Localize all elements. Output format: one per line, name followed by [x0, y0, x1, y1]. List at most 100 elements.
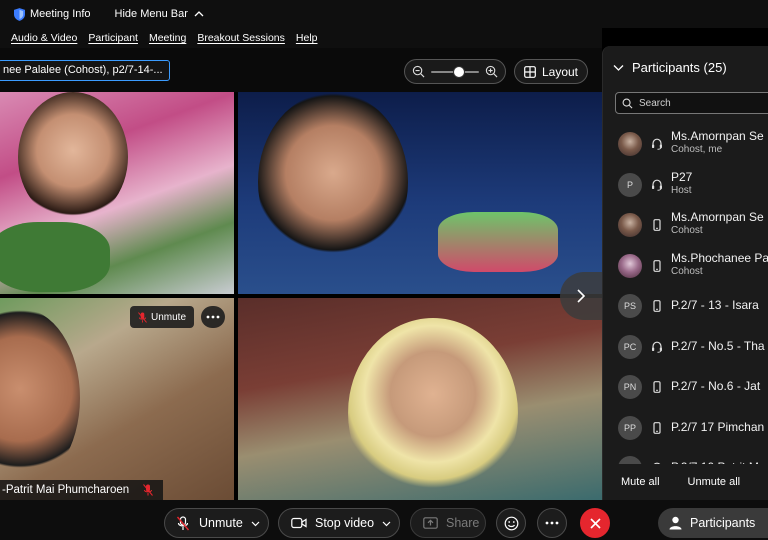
participant-name: Ms.Amornpan Se — [671, 210, 764, 224]
menu-meeting[interactable]: Meeting — [149, 32, 186, 44]
participant-row[interactable]: PN P.2/7 - No.6 - Jat — [603, 367, 768, 407]
more-horizontal-icon — [206, 315, 220, 319]
participant-text: P.2/7 - No.5 - Tha — [671, 339, 765, 353]
participant-name: Ms.Phochanee Pa — [671, 250, 768, 265]
phone-icon — [653, 219, 661, 231]
layout-button[interactable]: Layout — [514, 59, 588, 84]
mic-muted-icon — [176, 515, 190, 530]
chevron-down-icon — [613, 65, 624, 71]
participant-name: P.2/7 - 13 - Isara — [671, 298, 759, 312]
video-tile-boy-yellow[interactable] — [238, 298, 602, 500]
menu-participant[interactable]: Participant — [88, 32, 138, 44]
meeting-info-button[interactable]: Meeting Info — [14, 7, 91, 21]
headset-icon — [652, 138, 662, 150]
hide-menu-bar-label: Hide Menu Bar — [114, 8, 188, 20]
avatar: PP — [618, 415, 642, 440]
participants-panel: Participants (25) Ms.Amornpan SeCohost, … — [602, 46, 768, 500]
tile-nameplate: -Patrit Mai Phumcharoen — [0, 480, 164, 500]
avatar: PC — [618, 334, 642, 359]
zoom-out-icon[interactable] — [412, 65, 425, 78]
video-tile-boy-car[interactable]: Unmute -Patrit Mai Phumcharoen — [0, 298, 234, 500]
person-icon — [669, 516, 682, 530]
participant-text: Ms.Phochanee Pa Cohost — [671, 251, 768, 277]
more-options-button[interactable] — [537, 508, 567, 538]
top-info-bar: Meeting Info Hide Menu Bar — [0, 0, 768, 28]
zoom-slider-thumb[interactable] — [452, 65, 465, 78]
zoom-slider[interactable] — [431, 65, 479, 78]
phone-icon — [653, 381, 661, 393]
active-speaker-chip[interactable]: nee Palalee (Cohost), p2/7-14-... — [0, 60, 170, 81]
share-screen-icon — [423, 517, 438, 529]
avatar — [618, 213, 642, 237]
tile-unmute-label: Unmute — [150, 311, 186, 323]
participant-row[interactable]: Ms.Amornpan Se Cohost, me — [603, 124, 768, 164]
participant-text: P.2/7 - No.6 - Jat — [671, 379, 760, 393]
participant-video — [258, 92, 408, 272]
chevron-down-icon[interactable] — [251, 519, 260, 528]
mute-all-button[interactable]: Mute all — [621, 476, 660, 488]
unmute-all-button[interactable]: Unmute all — [688, 476, 741, 488]
participants-search[interactable] — [615, 92, 768, 114]
mic-muted-icon — [138, 311, 147, 323]
chevron-down-icon[interactable] — [382, 519, 391, 528]
participant-row[interactable]: Ms.Amornpan Se Cohost — [603, 205, 768, 245]
participant-role: Cohost — [671, 265, 703, 277]
zoom-in-icon[interactable] — [485, 65, 498, 78]
share-button[interactable]: Share — [410, 508, 486, 538]
participant-text: Ms.Amornpan Se Cohost, me — [671, 129, 764, 155]
chevron-right-icon — [577, 289, 586, 303]
phone-icon — [653, 300, 661, 312]
participant-row[interactable]: PC P.2/7 - No.5 - Tha — [603, 327, 768, 367]
phone-icon — [653, 259, 661, 272]
tile-unmute-button[interactable]: Unmute — [130, 306, 194, 328]
mic-muted-icon — [143, 484, 154, 496]
participant-video — [0, 308, 80, 488]
unmute-label: Unmute — [199, 516, 243, 530]
video-tile-boy-glasses[interactable] — [238, 92, 602, 294]
stop-video-label: Stop video — [315, 516, 375, 530]
tile-participant-name: -Patrit Mai Phumcharoen — [2, 484, 130, 496]
participant-row[interactable]: PS P.2/7 - 13 - Isara — [603, 286, 768, 326]
search-input[interactable] — [639, 97, 768, 109]
next-page-button[interactable] — [560, 272, 602, 320]
participants-button[interactable]: Participants — [658, 508, 768, 538]
avatar: PN — [618, 375, 642, 399]
participant-row[interactable]: P P27 Host — [603, 165, 768, 205]
participant-video — [18, 92, 128, 222]
chevron-up-icon — [194, 11, 204, 17]
menu-help[interactable]: Help — [296, 32, 318, 44]
tile-more-button[interactable] — [201, 306, 225, 328]
participant-text: Ms.Amornpan Se Cohost — [671, 210, 764, 236]
participant-video — [348, 318, 518, 500]
participants-panel-header[interactable]: Participants (25) — [613, 60, 727, 75]
unmute-button[interactable]: Unmute — [164, 508, 269, 538]
share-label: Share — [446, 516, 480, 530]
participants-label: Participants — [690, 516, 756, 530]
participant-role: Cohost, me — [671, 144, 723, 155]
video-tile-girl[interactable] — [0, 92, 234, 294]
participants-title: Participants (25) — [632, 60, 727, 75]
participant-name: P.2/7 - No.5 - Tha — [671, 338, 765, 353]
menu-breakout-sessions[interactable]: Breakout Sessions — [197, 32, 285, 44]
video-camera-icon — [291, 517, 307, 529]
participant-row[interactable]: PP P.2/7 17 Pimchan — [603, 408, 768, 448]
participant-text: P.2/7 17 Pimchan — [671, 420, 764, 434]
participant-role: Cohost — [671, 225, 703, 236]
participant-name: P.2/7 - No.6 - Jat — [671, 379, 761, 393]
participant-row[interactable]: Ms.Phochanee Pa Cohost — [603, 246, 768, 286]
phone-icon — [653, 421, 661, 434]
avatar — [618, 132, 642, 156]
participant-name: P.2/7 17 Pimchan — [671, 419, 765, 434]
reactions-button[interactable] — [496, 508, 526, 538]
participant-text: P.2/7 - 13 - Isara — [671, 298, 759, 312]
meeting-info-label: Meeting Info — [30, 8, 91, 20]
stop-video-button[interactable]: Stop video — [278, 508, 400, 538]
leave-meeting-button[interactable] — [580, 508, 610, 538]
participant-name: P27 — [671, 169, 693, 184]
virtual-background-krathong — [438, 212, 558, 272]
hide-menu-bar-button[interactable]: Hide Menu Bar — [115, 8, 204, 20]
menu-audio-video[interactable]: Audio & Video — [11, 32, 77, 44]
leaves-in-video — [0, 222, 110, 292]
shield-icon — [14, 7, 25, 21]
participant-name: Ms.Amornpan Se — [671, 129, 764, 143]
